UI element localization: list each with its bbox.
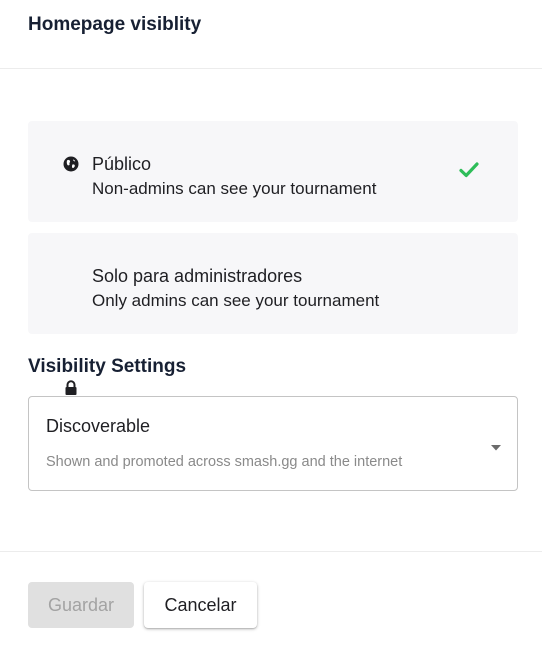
save-button[interactable]: Guardar xyxy=(28,582,134,628)
dialog-header: Homepage visiblity xyxy=(0,0,542,69)
caret-down-icon xyxy=(490,439,502,451)
option-public[interactable]: Público Non-admins can see your tourname… xyxy=(28,121,518,222)
cancel-button[interactable]: Cancelar xyxy=(144,582,257,628)
option-public-description: Non-admins can see your tournament xyxy=(92,179,377,198)
visibility-select[interactable]: Discoverable Shown and promoted across s… xyxy=(28,396,518,491)
visibility-settings-heading: Visibility Settings xyxy=(28,356,187,377)
visibility-select-value: Discoverable xyxy=(46,416,151,436)
visibility-select-helper: Shown and promoted across smash.gg and t… xyxy=(46,454,403,470)
option-public-title: Público xyxy=(92,154,152,174)
globe-icon xyxy=(62,155,80,173)
dialog-title: Homepage visiblity xyxy=(28,14,202,35)
option-admins-only[interactable]: Solo para administradores Only admins ca… xyxy=(28,233,518,395)
footer-divider xyxy=(0,551,542,552)
lock-icon xyxy=(62,379,80,397)
check-icon xyxy=(459,161,479,179)
option-admins-only-description: Only admins can see your tournament xyxy=(92,291,380,310)
option-admins-only-title: Solo para administradores xyxy=(92,266,303,286)
